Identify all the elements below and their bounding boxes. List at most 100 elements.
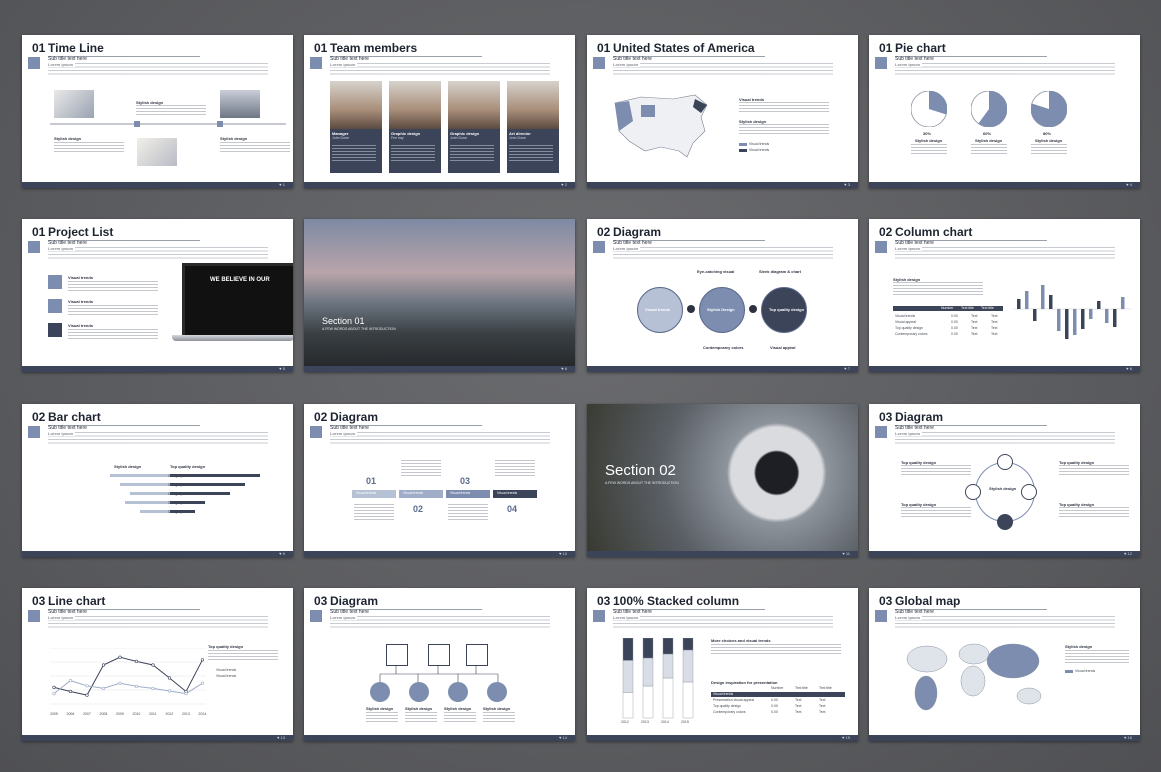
column-bar — [1049, 295, 1053, 309]
slide-number: 03 — [314, 594, 328, 608]
stacked-segment — [622, 638, 634, 661]
tree-icon — [409, 682, 429, 702]
slide-icon — [875, 241, 887, 253]
pie-value: 80% — [1043, 131, 1052, 136]
continent — [914, 675, 938, 711]
slide-footer-bar: ♥ 8 — [869, 366, 1140, 372]
legend-swatch — [1065, 670, 1073, 673]
tree-label: Stylish design — [366, 706, 394, 711]
diagram-circle-label: Stylish Design — [707, 307, 735, 312]
slide-4[interactable]: 01 Pie chart Sub title text here Lorem ipsu… — [869, 35, 1140, 188]
laptop-base — [172, 335, 293, 341]
intro-bold: Lorem ipsum — [330, 615, 358, 620]
legend-swatch — [739, 149, 747, 152]
step-label: Visual trends — [356, 491, 377, 495]
team-photo — [389, 81, 441, 129]
slide-number: 01 — [314, 41, 328, 55]
data-point — [118, 681, 122, 685]
year-tick: 2007 — [83, 712, 91, 716]
year-tick: 2009 — [116, 712, 124, 716]
slide-title: Column chart — [895, 225, 973, 239]
intro-bold: Lorem ipsum — [613, 615, 641, 620]
series-label: Stylish design — [114, 464, 142, 469]
column-bar — [1017, 299, 1021, 309]
slide-number: 01 — [32, 41, 46, 55]
stacked-segment — [622, 660, 634, 693]
data-point — [200, 658, 205, 662]
slide-12[interactable]: 03 Diagram Sub title text here Lorem ipsum S… — [869, 404, 1140, 557]
table-cell: Visual trends — [895, 314, 916, 318]
text-lines — [1059, 507, 1129, 519]
table-cell: Text — [795, 698, 802, 702]
line-legend-title: Top quality design — [208, 644, 244, 649]
continent — [958, 643, 990, 665]
bar-category: Category 04 — [168, 501, 188, 505]
intro-text: Lorem ipsum — [330, 62, 550, 77]
column-bar — [1073, 309, 1077, 335]
pie-category: Stylish design — [975, 138, 1003, 143]
connector-lines — [379, 666, 499, 684]
heart-icon: ♥ 8 — [1126, 366, 1132, 371]
slide-title: Diagram — [330, 410, 379, 424]
text-lines — [483, 712, 515, 722]
slide-7[interactable]: 02 Diagram Sub title text here Lorem ipsum V… — [587, 219, 858, 372]
heart-icon: ♥ 16 — [1124, 735, 1132, 740]
team-desc — [450, 145, 494, 163]
slide-10[interactable]: 02 Diagram Sub title text here Lorem ipsum V… — [304, 404, 575, 557]
table-cell: Top quality design — [713, 704, 742, 708]
table-head-cell: Number — [771, 686, 784, 690]
slide-3[interactable]: 01 United States of America Sub title text… — [587, 35, 858, 188]
slide-title: Line chart — [48, 594, 106, 608]
slide-11[interactable]: Section 02 A FEW WORDS ABOUT THE INTRODUC… — [587, 404, 858, 557]
slide-number: 03 — [879, 410, 893, 424]
slide-13[interactable]: 03 Line chart Sub title text here Lorem ips… — [22, 588, 293, 741]
intro-text: Lorem ipsum — [48, 246, 268, 261]
slide-number: 02 — [32, 410, 46, 424]
text-lines — [448, 504, 488, 522]
slide-icon — [28, 426, 40, 438]
year-tick: 2012 — [165, 712, 174, 716]
table-cell: 0.00 — [951, 326, 958, 330]
slide-1[interactable]: 01 Time Line Sub title text here Lorem ipsu… — [22, 35, 293, 188]
world-map — [906, 643, 1042, 711]
slide-15[interactable]: 03 100% Stacked column Sub title text here… — [587, 588, 858, 741]
slide-8[interactable]: 02 Column chart Sub title text here Lorem i… — [869, 219, 1140, 372]
arrow-icon — [687, 305, 695, 313]
table-cell: Text — [991, 332, 998, 336]
diagram-label: Contemporary colors — [703, 345, 744, 350]
intro-text: Lorem ipsum — [48, 615, 268, 630]
tree-label: Stylish design — [483, 706, 511, 711]
text-lines — [366, 712, 398, 722]
diagram-label: Visual appeal — [770, 345, 796, 350]
stacked-heading: More choices and visual trends — [711, 638, 771, 643]
slide-14[interactable]: 03 Diagram Sub title text here Lorem ipsum S… — [304, 588, 575, 741]
stacked-year: 2013 — [641, 720, 649, 724]
timeline-axis — [50, 123, 286, 125]
intro-text: Lorem ipsum — [613, 246, 833, 261]
step-number: 01 — [366, 476, 377, 486]
step-label: Visual trends — [497, 491, 518, 495]
slide-footer-bar: ♥ 5 — [22, 366, 293, 372]
diagram-label: Sleek diagram & chart — [759, 269, 802, 274]
slide-5[interactable]: 01 Project List Sub title text here Lorem i… — [22, 219, 293, 372]
tree-label: Stylish design — [444, 706, 472, 711]
column-bar — [1025, 291, 1029, 309]
slide-number: 01 — [879, 41, 893, 55]
slide-2[interactable]: 01 Team members Sub title text here Lorem i… — [304, 35, 575, 188]
slide-6[interactable]: Section 01 A FEW WORDS ABOUT THE INTRODUC… — [304, 219, 575, 372]
bar-category: Category 02 — [168, 483, 188, 487]
diagram-label: Eye-catching visual — [697, 269, 735, 274]
table-head-cell: Text title — [795, 686, 808, 690]
heart-icon: ♥ 7 — [844, 366, 850, 371]
heart-icon: ♥ 2 — [561, 182, 567, 187]
slide-number: 03 — [879, 594, 893, 608]
slide-9[interactable]: 02 Bar chart Sub title text here Lorem ipsu… — [22, 404, 293, 557]
heart-icon: ♥ 4 — [1126, 182, 1132, 187]
text-lines — [911, 144, 947, 156]
bar-category: Category 05 — [168, 510, 188, 514]
text-lines — [68, 281, 158, 291]
slide-footer-bar: ♥ 6 — [304, 366, 575, 372]
text-lines — [901, 465, 971, 477]
slide-16[interactable]: 03 Global map Sub title text here Lorem ips… — [869, 588, 1140, 741]
step-number: 02 — [413, 504, 424, 514]
